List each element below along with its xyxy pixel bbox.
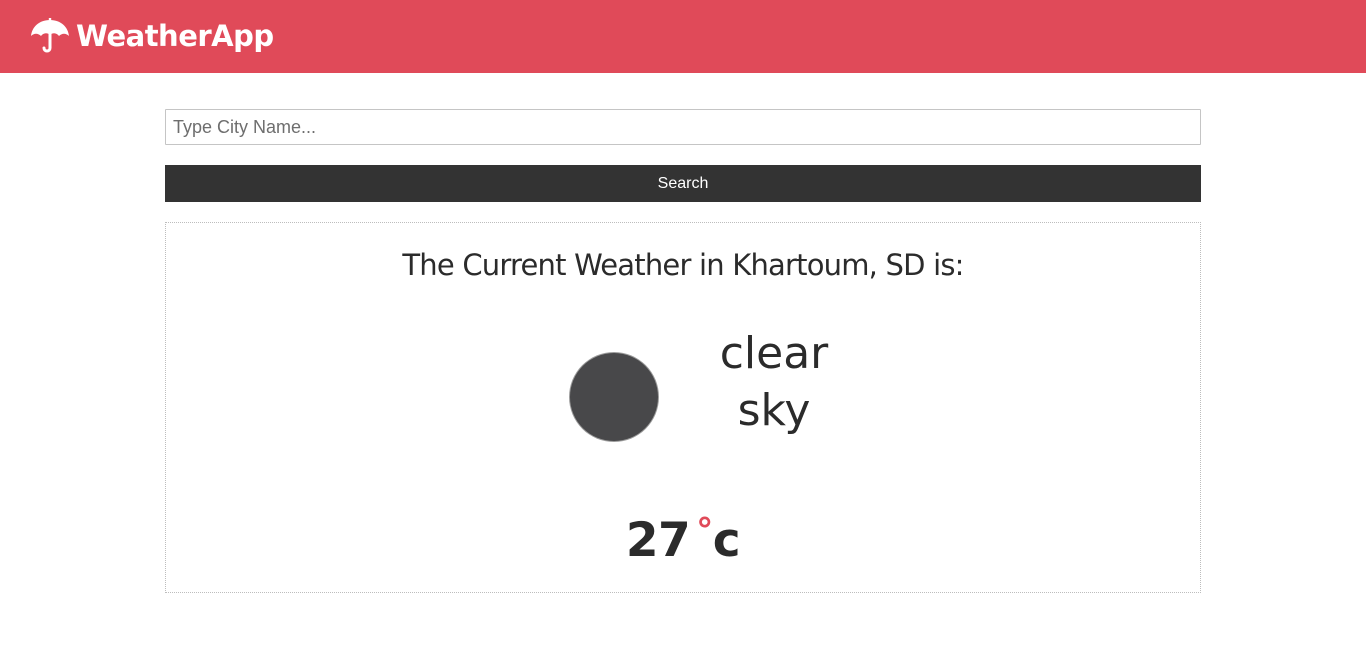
temperature-unit: c xyxy=(712,513,741,568)
description-line-1: clear xyxy=(719,328,829,379)
weather-condition-icon xyxy=(570,353,658,441)
umbrella-icon xyxy=(31,18,69,53)
degree-symbol: ° xyxy=(696,511,713,551)
temperature-value: 27 xyxy=(625,513,691,568)
brand[interactable]: WeatherApp xyxy=(30,16,274,56)
app-title: WeatherApp xyxy=(76,19,274,53)
temperature-readout: 27 °c xyxy=(166,501,1200,571)
city-search-input[interactable] xyxy=(165,109,1201,145)
weather-description: clear sky xyxy=(694,325,854,439)
app-header: WeatherApp xyxy=(0,0,1366,73)
description-line-2: sky xyxy=(737,385,811,436)
weather-heading: The Current Weather in Khartoum, SD is: xyxy=(402,248,964,282)
search-button[interactable]: Search xyxy=(165,165,1201,202)
weather-result-card: The Current Weather in Khartoum, SD is: … xyxy=(165,222,1201,593)
